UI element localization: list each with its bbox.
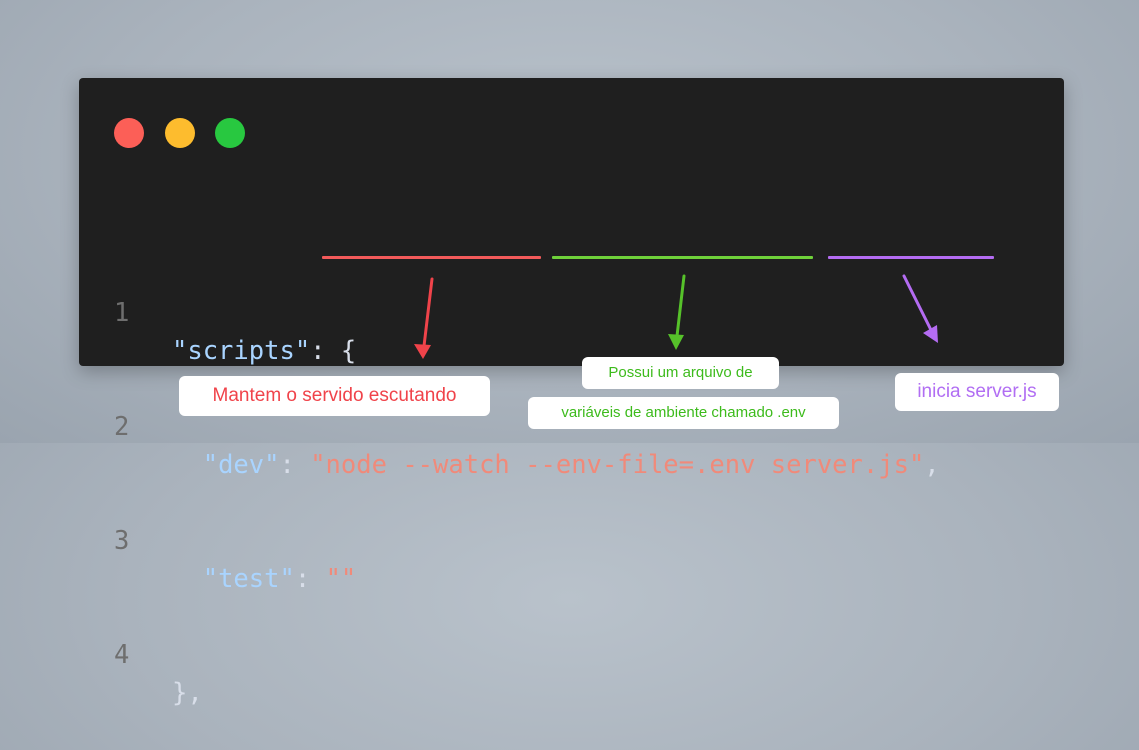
code-line: 1 "scripts": { [79,256,356,366]
line-number: 1 [114,298,130,328]
line-number: 2 [114,412,130,442]
code-window: 1 "scripts": { 2 "dev": "node --watch --… [79,78,1064,708]
json-separator: : [310,336,341,366]
underline-env-file [552,256,813,259]
maximize-window-button[interactable] [215,118,245,148]
json-key: "test" [202,564,295,594]
annotation-red-label: Mantem o servido escutando [179,376,490,416]
line-number: 4 [114,640,130,670]
code-block: 1 "scripts": { 2 "dev": "node --watch --… [79,180,940,712]
json-separator: : [279,450,311,480]
code-line: 3 "test": "" [79,484,356,594]
json-string-value: "node --watch --env-file=.env server.js" [310,450,925,480]
underline-node-watch [322,256,541,259]
json-punctuation: }, [172,678,203,708]
annotation-purple-label: inicia server.js [895,373,1059,411]
annotation-green-label-line1: Possui um arquivo de [582,357,779,389]
json-separator: : [294,564,326,594]
json-key: "scripts" [172,336,311,366]
code-line: 2 "dev": "node --watch --env-file=.env s… [79,370,940,480]
annotation-green-label-line2: variáveis de ambiente chamado .env [528,397,839,429]
close-window-button[interactable] [114,118,144,148]
code-line: 4 }, [79,598,203,708]
line-number: 3 [114,526,130,556]
json-punctuation: , [924,450,940,480]
json-string-value: "" [325,564,357,594]
json-key: "dev" [202,450,280,480]
minimize-window-button[interactable] [165,118,195,148]
underline-server-js [828,256,994,259]
json-punctuation: { [340,336,357,366]
